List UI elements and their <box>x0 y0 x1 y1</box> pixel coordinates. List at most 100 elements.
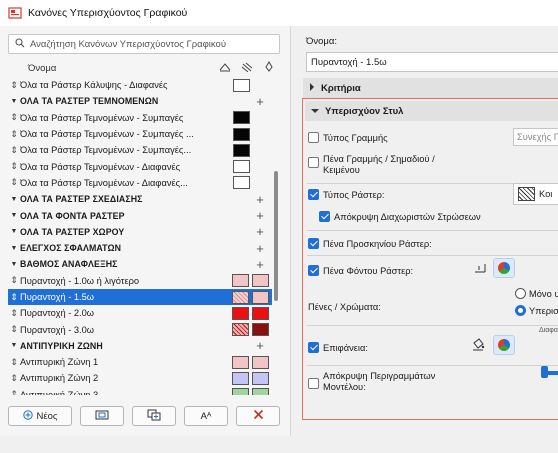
rule-group-row[interactable]: ▼ ΟΛΑ ΤΑ ΦΟΝΤΑ ΡΑΣΤΕΡ + <box>8 207 272 223</box>
name-field[interactable]: Πυραντοχή - 1.5ω <box>306 52 558 72</box>
drag-handle-icon[interactable]: ⇕ <box>8 112 20 123</box>
rule-group-row[interactable]: ▼ ΒΑΘΜΟΣ ΑΝΑΦΛΕΞΗΣ + <box>8 256 272 272</box>
drag-handle-icon[interactable]: ⇕ <box>8 177 20 188</box>
add-to-group-icon[interactable]: + <box>250 94 270 109</box>
rule-row[interactable]: ⇕ Όλα τα Ράστερ Τεμνομένων - Συμπαγές ... <box>8 126 272 142</box>
rule-row[interactable]: ⇕ Αντιπυρική Ζώνη 3 <box>8 387 272 395</box>
line-pen-checkbox[interactable] <box>308 157 319 168</box>
background-pen-checkbox[interactable] <box>308 265 319 276</box>
rule-row[interactable]: ⇕ Όλα τα Ράστερ Τεμνομένων - Συμπαγές... <box>8 142 272 158</box>
column-name-header[interactable]: Όνομα <box>28 63 214 74</box>
rule-group-row[interactable]: ▼ ΟΛΑ ΤΑ ΡΑΣΤΕΡ ΣΧΕΔΙΑΣΗΣ + <box>8 191 272 207</box>
rule-row[interactable]: ⇕ Όλα τα Ράστερ Κάλυψης - Διαφανές <box>8 77 272 93</box>
criteria-section-header[interactable]: Κριτήρια <box>303 78 558 98</box>
add-to-group-icon[interactable]: + <box>250 192 270 207</box>
only-radio[interactable] <box>515 288 526 299</box>
rule-row[interactable]: ⇕ Πυραντοχή - 3.0ω <box>8 321 272 337</box>
drag-handle-icon[interactable]: ⇕ <box>8 80 20 91</box>
drag-handle-icon[interactable]: ⇕ <box>8 129 20 140</box>
column-fill-icon[interactable] <box>236 62 258 75</box>
pen-swatch <box>252 355 269 369</box>
hide-contours-checkbox[interactable] <box>308 378 319 389</box>
collapse-triangle-icon[interactable]: ▼ <box>8 228 20 235</box>
drag-handle-icon[interactable]: ⇕ <box>8 324 20 335</box>
color-mode-button[interactable] <box>493 258 515 278</box>
pen-picker-icon[interactable] <box>473 262 487 279</box>
fill-swatch <box>232 371 249 385</box>
fill-type-selector[interactable]: Κοι <box>513 183 558 205</box>
collapse-triangle-icon[interactable]: ▼ <box>8 196 20 203</box>
criteria-label: Κριτήρια <box>321 82 361 94</box>
fill-swatch <box>232 306 249 320</box>
title-bar: Κανόνες Υπερισχύοντος Γραφικού <box>0 0 558 26</box>
rule-row[interactable]: ⇕ Πυραντοχή - 1.0ω ή λιγότερο <box>8 273 272 289</box>
rule-group-row[interactable]: ▼ ΟΛΑ ΤΑ ΡΑΣΤΕΡ ΧΩΡΟΥ + <box>8 224 272 240</box>
drag-handle-icon[interactable]: ⇕ <box>8 357 20 368</box>
paint-bucket-icon[interactable] <box>471 337 485 356</box>
rule-group-row[interactable]: ▼ ΑΝΤΙΠΥΡΙΚΗ ΖΩΝΗ + <box>8 338 272 354</box>
drag-handle-icon[interactable]: ⇕ <box>8 373 20 384</box>
duplicate-button[interactable] <box>132 406 176 426</box>
fill-type-label: Τύπος Ράστερ: <box>323 190 385 200</box>
fill-swatch <box>233 176 250 190</box>
column-hatch-icon[interactable] <box>214 62 236 75</box>
collapse-triangle-icon[interactable]: ▼ <box>8 98 20 105</box>
group-label: ΟΛΑ ΤΑ ΦΟΝΤΑ ΡΑΣΤΕΡ <box>20 210 125 221</box>
search-input[interactable]: Αναζήτηση Κανόνων Υπερισχύοντος Γραφικού <box>8 34 280 54</box>
line-type-selector[interactable]: Συνεχής Γρ <box>513 128 558 146</box>
add-to-group-icon[interactable]: + <box>250 224 270 239</box>
fill-swatch <box>233 127 250 141</box>
collapse-triangle-icon[interactable]: ▼ <box>8 261 20 268</box>
collapse-triangle-icon[interactable]: ▼ <box>8 245 20 252</box>
drag-handle-icon[interactable]: ⇕ <box>8 161 20 172</box>
rule-row[interactable]: ⇕ Πυραντοχή - 1.5ω <box>8 288 272 306</box>
transparency-slider-thumb[interactable] <box>541 366 548 378</box>
hide-separators-checkbox[interactable] <box>319 211 330 222</box>
rule-group-row[interactable]: ▼ ΕΛΕΓΧΟΣ ΣΦΑΛΜΑΤΩΝ + <box>8 240 272 256</box>
add-to-group-icon[interactable]: + <box>250 241 270 256</box>
override-style-header[interactable]: Υπερισχύον Στυλ <box>305 101 558 121</box>
fill-swatch <box>233 111 250 125</box>
pen-swatch <box>252 323 269 337</box>
foreground-pen-label: Πένα Προσκηνίου Ράστερ: <box>323 239 432 249</box>
hide-separators-label: Απόκρυψη Διαχωριστών Στρώσεων <box>334 212 481 222</box>
surface-color-mode-button[interactable] <box>493 335 515 355</box>
rule-row[interactable]: ⇕ Όλα τα Ράστερ Τεμνομένων - Συμπαγές <box>8 110 272 126</box>
only-radio-label: Μόνο υ <box>529 289 558 299</box>
rule-label: Αντιπυρική Ζώνη 2 <box>20 373 99 384</box>
override-style-label: Υπερισχύον Στυλ <box>325 105 404 117</box>
collapse-triangle-icon[interactable]: ▼ <box>8 342 20 349</box>
add-to-group-icon[interactable]: + <box>250 208 270 223</box>
drag-handle-icon[interactable]: ⇕ <box>8 275 20 286</box>
hide-contours-label: Απόκρυψη Περιγραμμάτων Μοντέλου: <box>323 371 436 392</box>
list-scrollbar[interactable] <box>274 171 278 301</box>
rename-button[interactable]: Aᴬ <box>184 406 228 426</box>
collapse-triangle-icon[interactable]: ▼ <box>8 212 20 219</box>
drag-handle-icon[interactable]: ⇕ <box>8 145 20 156</box>
rule-label: Όλα τα Ράστερ Κάλυψης - Διαφανές <box>20 80 168 91</box>
new-folder-button[interactable] <box>80 406 124 426</box>
rule-label: Όλα τα Ράστερ Τεμνομένων - Διαφανές... <box>20 177 188 188</box>
column-pen-icon[interactable] <box>258 61 280 75</box>
drag-handle-icon[interactable]: ⇕ <box>8 389 20 395</box>
fill-type-checkbox[interactable] <box>308 189 319 200</box>
drag-handle-icon[interactable]: ⇕ <box>8 292 20 303</box>
foreground-pen-checkbox[interactable] <box>308 238 319 249</box>
rule-row[interactable]: ⇕ Πυραντοχή - 2.0ω <box>8 305 272 321</box>
rule-row[interactable]: ⇕ Όλα τα Ράστερ Τεμνομένων - Διαφανές... <box>8 175 272 191</box>
add-to-group-icon[interactable]: + <box>250 257 270 272</box>
drag-handle-icon[interactable]: ⇕ <box>8 308 20 319</box>
rule-row[interactable]: ⇕ Αντιπυρική Ζώνη 2 <box>8 370 272 386</box>
name-value: Πυραντοχή - 1.5ω <box>311 56 387 68</box>
add-to-group-icon[interactable]: + <box>250 338 270 353</box>
new-rule-button[interactable]: Νέος <box>8 406 72 426</box>
rule-settings-panel: Όνομα: Πυραντοχή - 1.5ω Κριτήρια Υπερισχ… <box>291 26 558 436</box>
rule-row[interactable]: ⇕ Αντιπυρική Ζώνη 1 <box>8 354 272 370</box>
delete-button[interactable] <box>236 406 280 426</box>
override-radio[interactable] <box>515 305 526 316</box>
surface-checkbox[interactable] <box>308 342 319 353</box>
rule-group-row[interactable]: ▼ ΟΛΑ ΤΑ ΡΑΣΤΕΡ ΤΕΜΝΟΜΕΝΩΝ + <box>8 93 272 109</box>
rule-row[interactable]: ⇕ Όλα τα Ράστερ Τεμνομένων - Διαφανές <box>8 158 272 174</box>
list-column-header: Όνομα <box>8 59 280 77</box>
line-type-checkbox[interactable] <box>308 132 319 143</box>
